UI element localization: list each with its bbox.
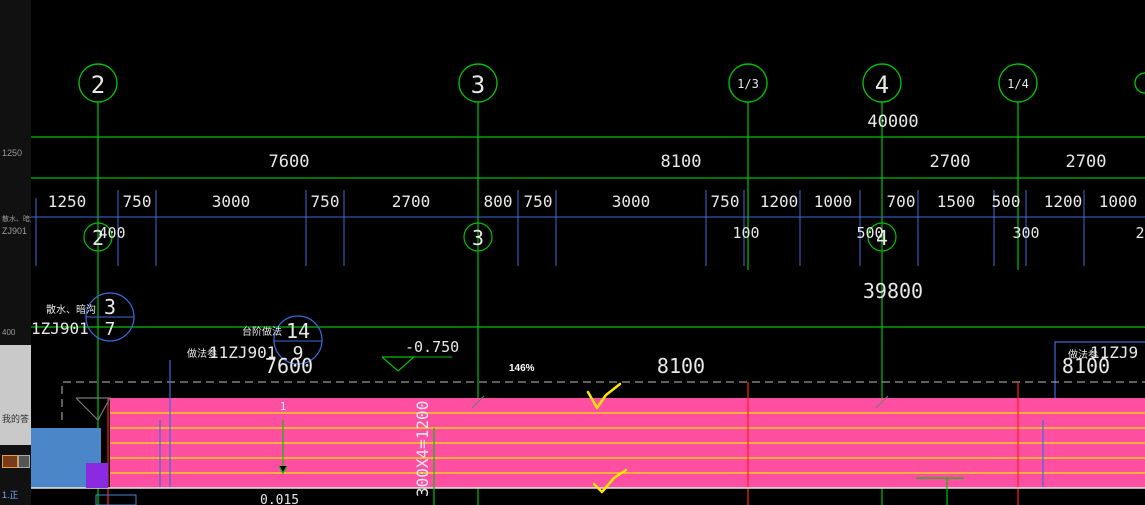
span-dim-2700-b: 2700 bbox=[1066, 152, 1107, 172]
svg-text:750: 750 bbox=[524, 192, 553, 211]
elev-dim-8100: 8100 bbox=[657, 354, 705, 378]
svg-text:400: 400 bbox=[98, 224, 125, 242]
span-dim-7600: 7600 bbox=[269, 152, 310, 172]
span-dim-2700-a: 2700 bbox=[930, 152, 971, 172]
svg-text:500: 500 bbox=[992, 192, 1021, 211]
svg-text:500: 500 bbox=[856, 224, 883, 242]
detail-ref-1-atlas: 1ZJ901 bbox=[31, 319, 89, 338]
grid-bubble-4-label: 4 bbox=[875, 71, 889, 99]
span-dim-8100: 8100 bbox=[661, 152, 702, 172]
svg-text:1200: 1200 bbox=[1044, 192, 1083, 211]
grid-bubble-3-label: 3 bbox=[471, 71, 485, 99]
svg-text:100: 100 bbox=[732, 224, 759, 242]
svg-text:750: 750 bbox=[711, 192, 740, 211]
svg-text:750: 750 bbox=[311, 192, 340, 211]
zoom-indicator: 146% bbox=[509, 363, 535, 374]
bottom-level: 0.015 bbox=[260, 493, 299, 505]
svg-text:1200: 1200 bbox=[760, 192, 799, 211]
svg-text:3000: 3000 bbox=[612, 192, 651, 211]
total-dimension-39800: 39800 bbox=[863, 279, 923, 303]
svg-text:2: 2 bbox=[1135, 224, 1144, 242]
svg-text:750: 750 bbox=[123, 192, 152, 211]
elev-dim-7600: 7600 bbox=[265, 354, 313, 378]
svg-text:700: 700 bbox=[887, 192, 916, 211]
svg-text:300: 300 bbox=[1012, 224, 1039, 242]
svg-text:800: 800 bbox=[484, 192, 513, 211]
grid-bubble-1-3-label: 1/3 bbox=[737, 77, 759, 91]
overall-dimension: 40000 bbox=[867, 112, 918, 132]
vertical-step-dimension: 300X4=1200 bbox=[413, 401, 432, 497]
detail-ref-2-number: 14 bbox=[286, 319, 310, 343]
detail-ref-2-note1: 台阶做法 bbox=[242, 325, 282, 338]
svg-text:1000: 1000 bbox=[1099, 192, 1138, 211]
cad-drawing-canvas[interactable]: 2 3 1/3 4 1/4 40000 7600 8100 2700 2700 bbox=[0, 0, 1145, 505]
svg-text:1250: 1250 bbox=[48, 192, 87, 211]
detail-ref-1-number: 3 bbox=[104, 295, 116, 319]
detail-ref-1-note: 散水、暗沟 bbox=[46, 303, 96, 316]
detail-ref-1-sheet: 7 bbox=[105, 319, 116, 340]
grid-bubble-2-label: 2 bbox=[91, 71, 105, 99]
elev-dim-8100-b: 8100 bbox=[1062, 354, 1110, 378]
svg-text:2700: 2700 bbox=[392, 192, 431, 211]
grid-bubble-1-4-label: 1/4 bbox=[1007, 77, 1029, 91]
svg-text:3000: 3000 bbox=[212, 192, 251, 211]
purple-block bbox=[86, 463, 108, 488]
grid-bubble-mid-3: 3 bbox=[472, 226, 484, 250]
small-one-label: 1 bbox=[280, 400, 287, 413]
svg-text:1000: 1000 bbox=[814, 192, 853, 211]
svg-text:1500: 1500 bbox=[937, 192, 976, 211]
level-value: -0.750 bbox=[405, 338, 459, 356]
